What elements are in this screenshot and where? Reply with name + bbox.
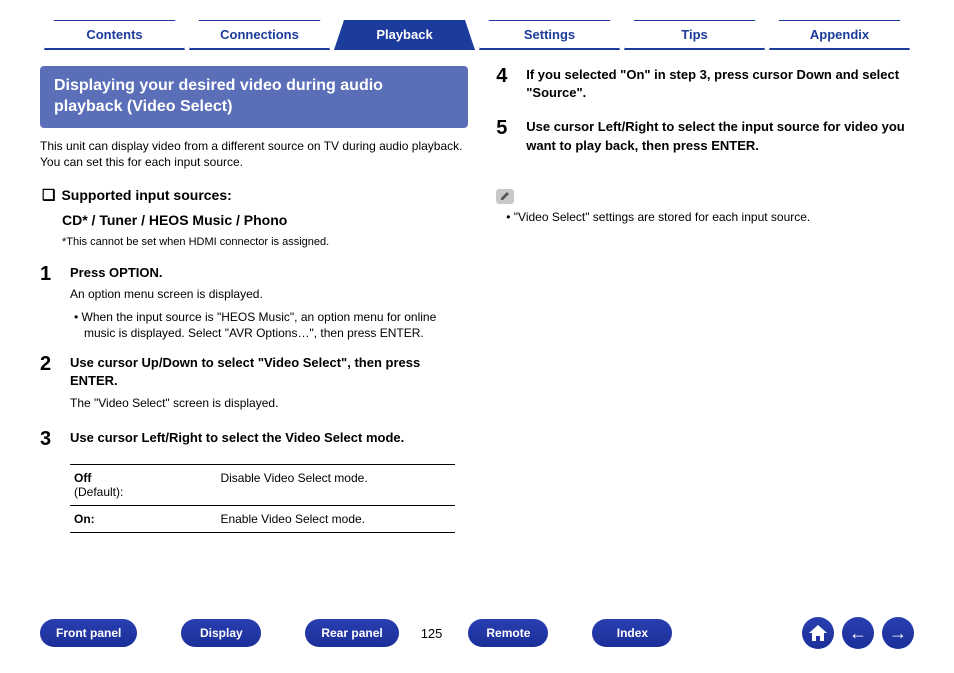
rear-panel-button[interactable]: Rear panel [305, 619, 398, 647]
page-number: 125 [421, 626, 443, 641]
step-5: 5 Use cursor Left/Right to select the in… [496, 118, 907, 158]
step-bullet: When the input source is "HEOS Music", a… [70, 309, 468, 343]
step-title: Use cursor Left/Right to select the inpu… [526, 118, 907, 154]
supported-sources: CD* / Tuner / HEOS Music / Phono [40, 212, 468, 228]
step-4: 4 If you selected "On" in step 3, press … [496, 66, 907, 106]
step-title: If you selected "On" in step 3, press cu… [526, 66, 907, 102]
bottom-nav: Front panel Display Rear panel 125 Remot… [40, 617, 914, 649]
footnote: *This cannot be set when HDMI connector … [40, 236, 468, 248]
display-button[interactable]: Display [181, 619, 261, 647]
step-title: Use cursor Up/Down to select "Video Sele… [70, 354, 468, 390]
checkbox-icon: ❏ [42, 185, 55, 208]
index-button[interactable]: Index [592, 619, 672, 647]
step-number: 3 [40, 429, 58, 451]
tab-contents[interactable]: Contents [44, 20, 185, 50]
step-1: 1 Press OPTION. An option menu screen is… [40, 264, 468, 343]
step-3: 3 Use cursor Left/Right to select the Vi… [40, 429, 468, 451]
remote-button[interactable]: Remote [468, 619, 548, 647]
step-desc: An option menu screen is displayed. [70, 286, 468, 303]
table-row: Off (Default): Disable Video Select mode… [70, 464, 455, 505]
step-number: 1 [40, 264, 58, 343]
option-key: On: [70, 505, 216, 532]
step-title: Press OPTION. [70, 264, 468, 282]
step-number: 5 [496, 118, 514, 158]
note-text: "Video Select" settings are stored for e… [496, 210, 907, 224]
option-desc: Disable Video Select mode. [216, 464, 455, 505]
step-desc: The "Video Select" screen is displayed. [70, 395, 468, 412]
tab-connections[interactable]: Connections [189, 20, 330, 50]
option-key: Off [74, 471, 91, 485]
tab-playback[interactable]: Playback [334, 20, 475, 50]
section-title: Displaying your desired video during aud… [40, 66, 468, 128]
pencil-note-icon [496, 189, 514, 204]
option-sub: (Default): [74, 485, 123, 499]
options-table: Off (Default): Disable Video Select mode… [70, 464, 455, 533]
table-row: On: Enable Video Select mode. [70, 505, 455, 532]
next-page-icon[interactable]: → [882, 617, 914, 649]
tab-appendix[interactable]: Appendix [769, 20, 910, 50]
lead-text: This unit can display video from a diffe… [40, 138, 468, 172]
step-number: 2 [40, 354, 58, 417]
option-desc: Enable Video Select mode. [216, 505, 455, 532]
step-title: Use cursor Left/Right to select the Vide… [70, 429, 468, 447]
top-tabs: Contents Connections Playback Settings T… [40, 20, 914, 50]
supported-heading: Supported input sources: [61, 185, 231, 208]
prev-page-icon[interactable]: ← [842, 617, 874, 649]
step-2: 2 Use cursor Up/Down to select "Video Se… [40, 354, 468, 417]
home-icon[interactable] [802, 617, 834, 649]
tab-settings[interactable]: Settings [479, 20, 620, 50]
tab-tips[interactable]: Tips [624, 20, 765, 50]
front-panel-button[interactable]: Front panel [40, 619, 137, 647]
step-number: 4 [496, 66, 514, 106]
